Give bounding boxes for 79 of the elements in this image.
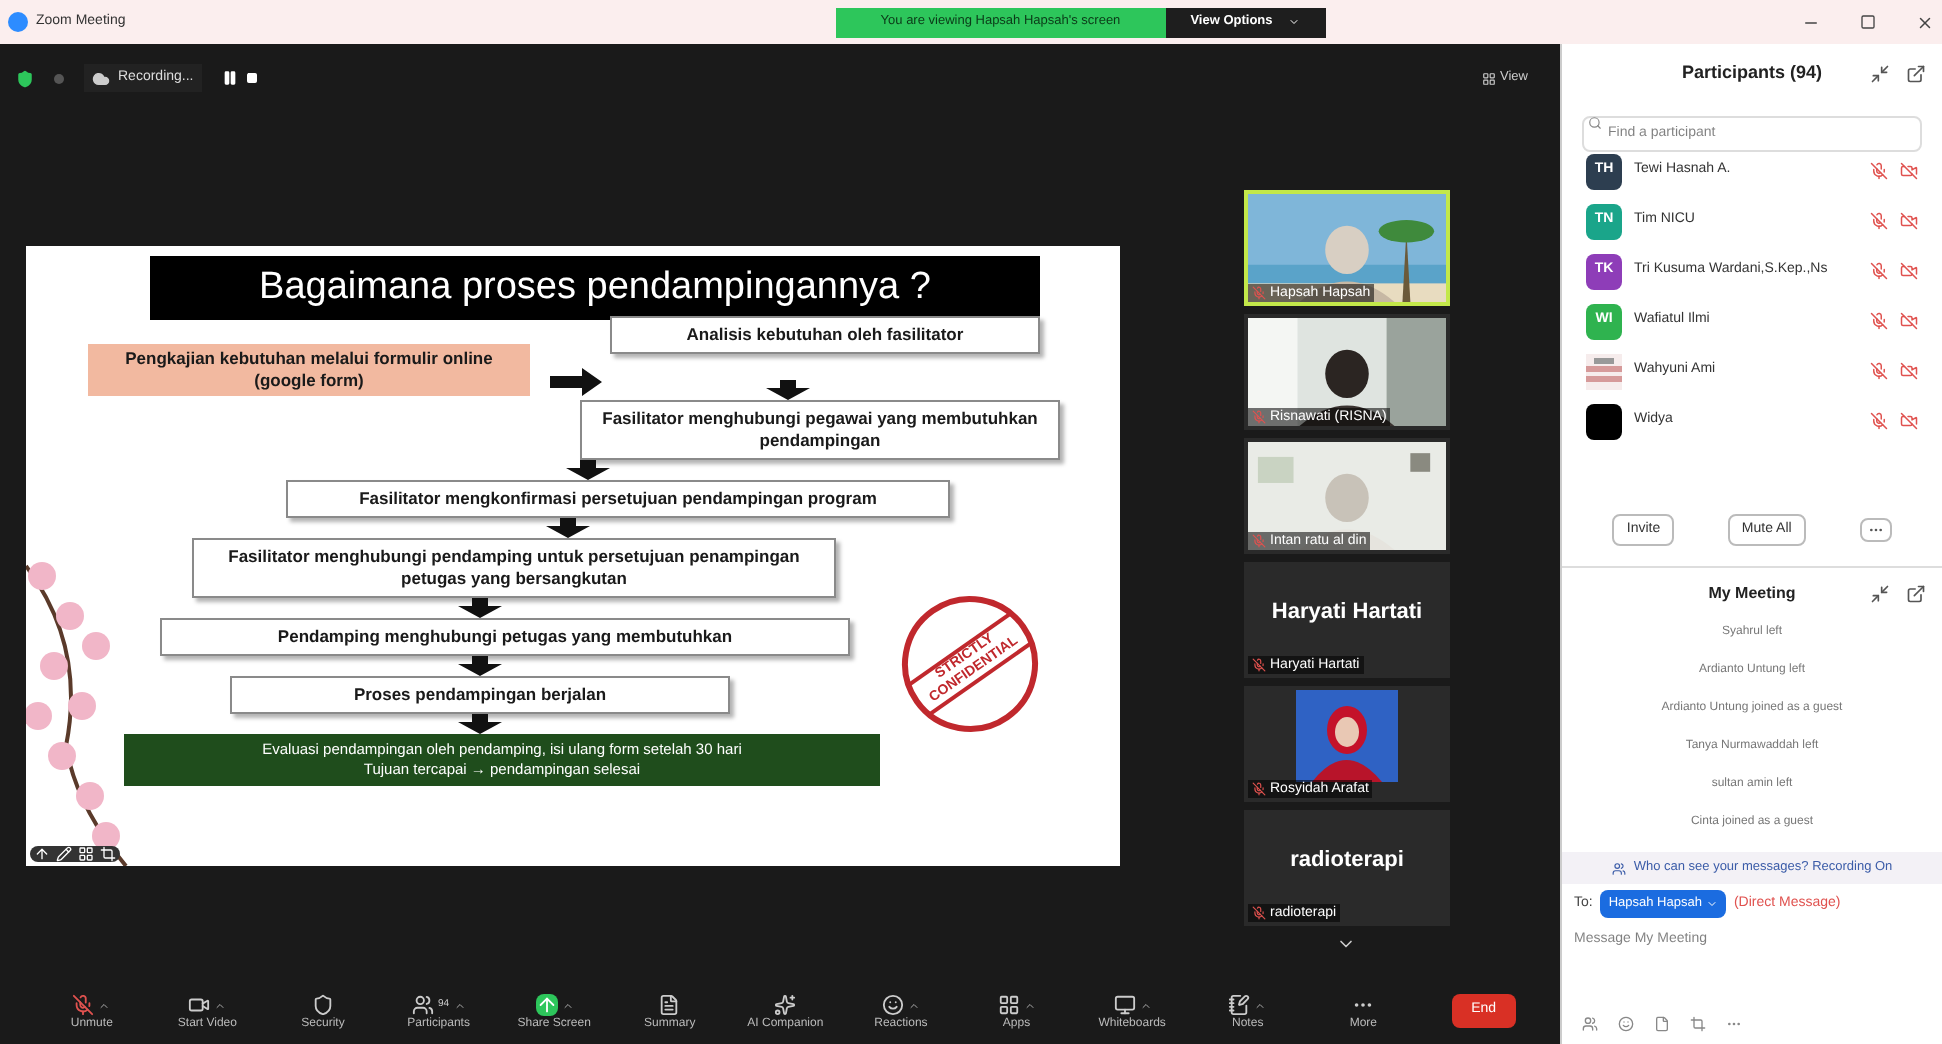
stop-icon[interactable] — [245, 72, 258, 84]
whiteboard-icon — [1113, 994, 1136, 1016]
collapse-icon[interactable] — [1870, 584, 1890, 604]
video-off-icon[interactable] — [1900, 412, 1918, 430]
notes-icon — [1228, 994, 1251, 1016]
shield-icon[interactable] — [16, 69, 34, 87]
grid-icon[interactable] — [78, 846, 94, 862]
share-icon — [535, 994, 558, 1016]
flow-step: Analisis kebutuhan oleh fasilitator — [610, 316, 1040, 354]
people-icon — [1611, 861, 1626, 875]
muted-mic-icon[interactable] — [1870, 262, 1888, 280]
pointer-icon[interactable] — [34, 846, 50, 862]
down-arrow-icon — [458, 598, 502, 618]
flow-step: Proses pendampingan berjalan — [230, 676, 730, 714]
panel-title: My Meeting — [1708, 582, 1796, 606]
muted-mic-icon[interactable] — [1870, 362, 1888, 380]
flow-step: Fasilitator mengkonfirmasi persetujuan pendampingan program — [286, 480, 950, 518]
search-icon — [1588, 116, 1602, 130]
grid-icon — [1482, 71, 1497, 85]
flow-step: Pendamping menghubungi petugas yang membutuhkan — [160, 618, 850, 656]
down-arrow-icon — [766, 380, 810, 400]
video-off-icon[interactable] — [1900, 162, 1918, 180]
muted-mic-icon[interactable] — [1870, 162, 1888, 180]
muted-mic-icon — [1252, 410, 1266, 424]
flow-step: Pengkajian kebutuhan melalui formulir online (google form) — [88, 344, 530, 396]
down-arrow-icon — [546, 518, 590, 538]
video-off-icon[interactable] — [1900, 362, 1918, 380]
caret-icon[interactable] — [561, 999, 574, 1011]
slide-title: Bagaimana proses pendampingannya ? — [150, 256, 1040, 320]
cloud-icon — [92, 69, 110, 87]
panel-title: Participants (94) — [1681, 60, 1823, 87]
caret-icon[interactable] — [453, 999, 466, 1011]
caret-icon[interactable] — [1023, 999, 1036, 1011]
caret-icon — [1705, 897, 1718, 910]
pen-icon[interactable] — [56, 846, 72, 862]
security-icon — [311, 994, 334, 1016]
video-off-icon[interactable] — [1900, 262, 1918, 280]
caret-icon[interactable] — [98, 999, 111, 1011]
flow-step: Fasilitator menghubungi pendamping untuk persetujuan penampingan petugas yang bersangkutan — [192, 538, 836, 598]
reactions-icon — [881, 994, 904, 1016]
crop-icon[interactable] — [100, 846, 116, 862]
participants-icon — [412, 994, 434, 1016]
video-off-icon[interactable] — [1900, 312, 1918, 330]
caret-icon[interactable] — [1254, 999, 1267, 1011]
summary-icon — [658, 994, 681, 1016]
apps-icon — [997, 994, 1020, 1016]
caret-icon[interactable] — [214, 999, 227, 1011]
muted-mic-icon — [1252, 782, 1266, 796]
ai-icon — [774, 994, 797, 1016]
right-arrow-icon — [550, 368, 602, 396]
caret-icon[interactable] — [1139, 999, 1152, 1011]
muted-mic-icon — [1252, 534, 1266, 548]
pop-out-icon[interactable] — [1906, 584, 1926, 604]
participant-display-name: Haryati Hartati — [1271, 597, 1423, 628]
muted-mic-icon[interactable] — [1870, 312, 1888, 330]
muted-mic-icon[interactable] — [1870, 412, 1888, 430]
pause-icon[interactable] — [221, 70, 238, 86]
zoom-logo-icon — [8, 12, 28, 32]
caret-icon[interactable] — [907, 999, 920, 1011]
down-arrow-icon — [458, 656, 502, 676]
caret-icon — [1288, 16, 1301, 28]
file-icon[interactable] — [1654, 1016, 1670, 1032]
screenshot-icon[interactable] — [1690, 1016, 1706, 1032]
muted-mic-icon — [1252, 658, 1266, 672]
collapse-icon[interactable] — [1870, 64, 1890, 84]
muted-mic-icon — [1252, 286, 1266, 300]
maximize-icon[interactable] — [1860, 14, 1876, 30]
muted-mic-icon — [1252, 906, 1266, 920]
flow-step: Fasilitator menghubungi pegawai yang membutuhkan pendampingan — [580, 400, 1060, 460]
emoji-icon[interactable] — [1618, 1016, 1634, 1032]
participant-display-name: radioterapi — [1290, 845, 1404, 876]
video-off-icon[interactable] — [1900, 212, 1918, 230]
down-arrow-icon — [458, 714, 502, 734]
video-icon — [188, 994, 211, 1016]
muted-mic-icon[interactable] — [1870, 212, 1888, 230]
close-icon[interactable] — [1916, 13, 1934, 31]
pop-out-icon[interactable] — [1906, 64, 1926, 84]
down-arrow-icon — [566, 460, 610, 480]
mic-icon — [72, 994, 95, 1016]
